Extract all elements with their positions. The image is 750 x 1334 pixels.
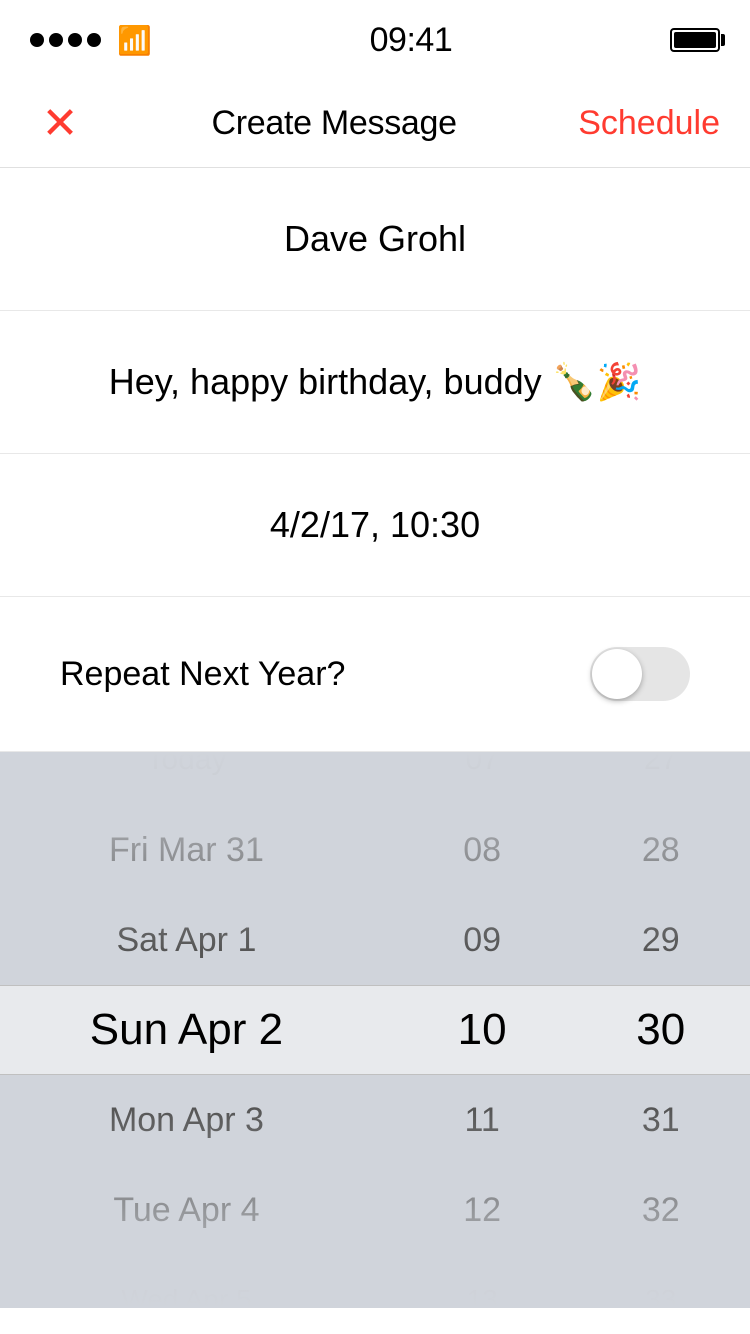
- status-bar: 📶 09:41: [0, 0, 750, 80]
- picker-item[interactable]: 08: [393, 805, 572, 895]
- status-right: [670, 28, 720, 52]
- picker-item[interactable]: Mon Apr 3: [0, 1075, 373, 1165]
- content-area: Dave Grohl Hey, happy birthday, buddy 🍾🎉…: [0, 168, 750, 752]
- picker-minute-column[interactable]: 27282930313233: [571, 752, 750, 1308]
- repeat-section: Repeat Next Year?: [0, 597, 750, 752]
- nav-bar: ✕ Create Message Schedule: [0, 80, 750, 168]
- picker-hour-column[interactable]: 07080910111213: [393, 752, 572, 1308]
- signal-dot-2: [49, 33, 63, 47]
- picker-item[interactable]: 28: [571, 805, 750, 895]
- battery-fill: [674, 32, 716, 48]
- picker-item[interactable]: 29: [571, 895, 750, 985]
- picker-hour-items: 07080910111213: [393, 752, 572, 1308]
- message-text[interactable]: Hey, happy birthday, buddy 🍾🎉: [109, 361, 642, 403]
- datetime-value[interactable]: 4/2/17, 10:30: [270, 504, 480, 546]
- picker-item[interactable]: Today: [0, 752, 373, 805]
- signal-dot-3: [68, 33, 82, 47]
- datetime-section: 4/2/17, 10:30: [0, 454, 750, 597]
- picker-item[interactable]: Sun Apr 2: [0, 985, 373, 1075]
- wifi-icon: 📶: [117, 24, 152, 57]
- schedule-button[interactable]: Schedule: [578, 104, 720, 143]
- picker-item[interactable]: Tue Apr 4: [0, 1165, 373, 1255]
- picker-item[interactable]: 13: [393, 1255, 572, 1308]
- picker-item[interactable]: 32: [571, 1165, 750, 1255]
- picker-item[interactable]: 10: [393, 985, 572, 1075]
- picker-date-column[interactable]: TodayFri Mar 31Sat Apr 1Sun Apr 2Mon Apr…: [0, 752, 393, 1308]
- picker-date-items: TodayFri Mar 31Sat Apr 1Sun Apr 2Mon Apr…: [0, 752, 393, 1308]
- close-button[interactable]: ✕: [30, 102, 90, 146]
- page-title: Create Message: [211, 104, 456, 143]
- signal-dot-1: [30, 33, 44, 47]
- picker-item[interactable]: Sat Apr 1: [0, 895, 373, 985]
- toggle-knob: [592, 649, 642, 699]
- repeat-label: Repeat Next Year?: [60, 655, 345, 694]
- picker-item[interactable]: 07: [393, 752, 572, 805]
- picker-item[interactable]: 31: [571, 1075, 750, 1165]
- picker-item[interactable]: 09: [393, 895, 572, 985]
- recipient-section: Dave Grohl: [0, 168, 750, 311]
- picker-columns: TodayFri Mar 31Sat Apr 1Sun Apr 2Mon Apr…: [0, 752, 750, 1308]
- status-left: 📶: [30, 24, 152, 57]
- picker-item[interactable]: 12: [393, 1165, 572, 1255]
- message-section: Hey, happy birthday, buddy 🍾🎉: [0, 311, 750, 454]
- picker-item[interactable]: 33: [571, 1255, 750, 1308]
- status-time: 09:41: [370, 21, 453, 60]
- picker-area[interactable]: TodayFri Mar 31Sat Apr 1Sun Apr 2Mon Apr…: [0, 752, 750, 1308]
- picker-item[interactable]: 27: [571, 752, 750, 805]
- battery-icon: [670, 28, 720, 52]
- repeat-toggle[interactable]: [590, 647, 690, 701]
- picker-item[interactable]: Fri Mar 31: [0, 805, 373, 895]
- signal-dot-4: [87, 33, 101, 47]
- picker-item[interactable]: 11: [393, 1075, 572, 1165]
- picker-item[interactable]: Wed Apr 5: [0, 1255, 373, 1308]
- signal-dots: [30, 33, 101, 47]
- picker-item[interactable]: 30: [571, 985, 750, 1075]
- picker-minute-items: 27282930313233: [571, 752, 750, 1308]
- recipient-name[interactable]: Dave Grohl: [284, 218, 466, 260]
